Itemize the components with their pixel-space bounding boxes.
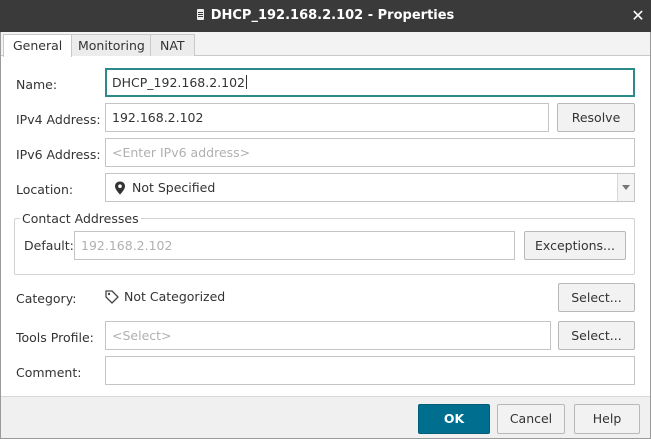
contact-addresses-title: Contact Addresses [20,211,141,226]
dialog-footer: OK Cancel Help [0,396,651,439]
host-icon [196,9,204,20]
tools-profile-input[interactable]: <Select> [105,321,551,350]
help-button[interactable]: Help [574,404,640,434]
tab-bar: General Monitoring NAT [0,32,651,57]
general-panel: Name: DHCP_192.168.2.102 IPv4 Address: 1… [0,56,651,396]
text-cursor [246,75,247,89]
window-title: DHCP_192.168.2.102 - Properties [210,8,455,23]
name-value: DHCP_192.168.2.102 [112,75,245,90]
default-label: Default: [24,238,74,253]
tag-icon [105,290,119,304]
ipv6-label: IPv6 Address: [16,147,101,162]
name-input[interactable]: DHCP_192.168.2.102 [105,68,635,97]
category-label: Category: [16,291,77,306]
chevron-down-icon[interactable] [617,174,634,201]
close-icon[interactable]: ✕ [629,7,647,25]
tab-nat[interactable]: NAT [150,34,195,56]
tab-monitoring[interactable]: Monitoring [68,34,155,56]
category-select-button[interactable]: Select... [558,283,635,312]
location-value: Not Specified [132,180,216,195]
ipv4-input[interactable]: 192.168.2.102 [105,103,549,132]
tools-profile-select-button[interactable]: Select... [558,321,635,350]
comment-label: Comment: [16,365,82,380]
category-display: Not Categorized [105,289,225,304]
ok-button[interactable]: OK [418,404,490,434]
location-select[interactable]: Not Specified [105,173,635,202]
category-value: Not Categorized [124,289,226,304]
ipv6-input[interactable]: <Enter IPv6 address> [105,138,635,167]
title-bar: DHCP_192.168.2.102 - Properties ✕ [0,0,651,32]
name-label: Name: [16,77,58,92]
default-address-input[interactable]: 192.168.2.102 [74,231,515,260]
resolve-button[interactable]: Resolve [557,103,635,132]
exceptions-button[interactable]: Exceptions... [524,231,626,260]
tab-general[interactable]: General [3,34,73,57]
ipv4-label: IPv4 Address: [16,112,101,127]
comment-input[interactable] [105,356,635,385]
tools-profile-label: Tools Profile: [16,330,94,345]
location-pin-icon [115,181,125,195]
location-label: Location: [16,182,74,197]
window-title-container: DHCP_192.168.2.102 - Properties [0,0,651,32]
cancel-button[interactable]: Cancel [497,404,565,434]
